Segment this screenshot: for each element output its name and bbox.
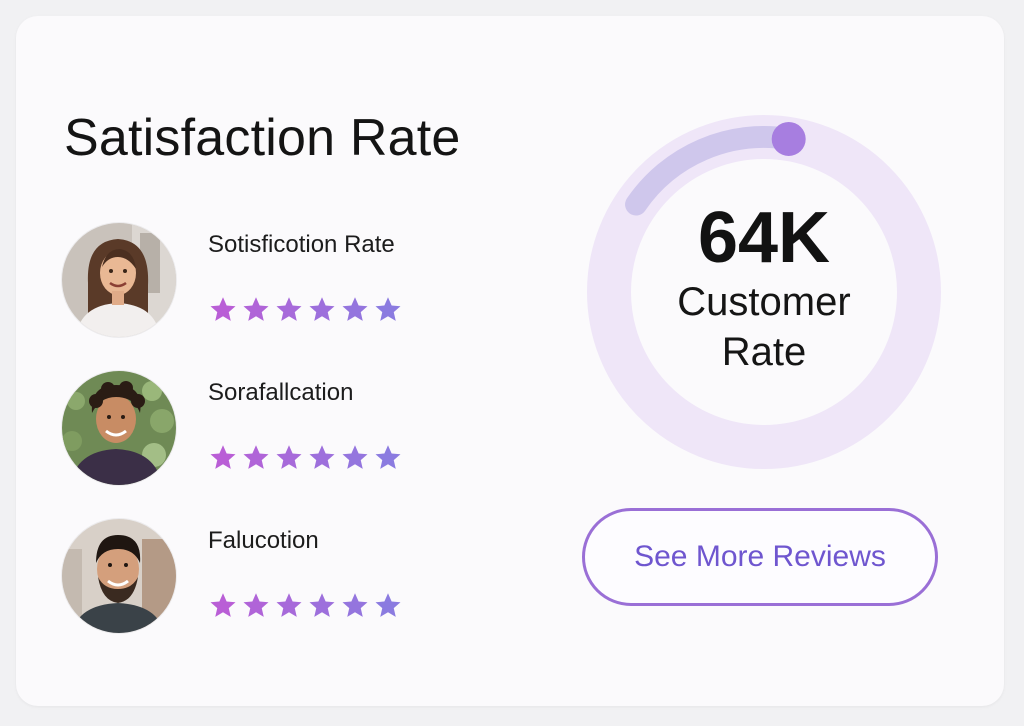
ring-center: 64K Customer Rate: [586, 114, 942, 470]
star-icon: [342, 593, 368, 617]
star-icon: [309, 445, 335, 469]
review-name: Falucotion: [208, 527, 319, 554]
star-icon: [243, 297, 269, 321]
star-icon: [276, 297, 302, 321]
star-icon: [243, 445, 269, 469]
customer-rate-label: Customer Rate: [677, 280, 851, 374]
avatar-man-beard-icon: [62, 519, 176, 633]
review-name: Sotisficotion Rate: [208, 231, 395, 258]
star-icon: [210, 297, 236, 321]
review-item: Sotisficotion Rate: [62, 223, 482, 343]
review-name: Sorafallcation: [208, 379, 354, 406]
star-icon: [342, 445, 368, 469]
star-icon: [210, 445, 236, 469]
avatar-woman-icon: [62, 223, 176, 337]
star-icon: [375, 445, 401, 469]
star-icon: [276, 445, 302, 469]
review-item: Falucotion: [62, 519, 482, 639]
star-icon: [276, 593, 302, 617]
star-icon: [342, 297, 368, 321]
star-icon: [375, 593, 401, 617]
page-title: Satisfaction Rate: [64, 109, 461, 167]
star-rating: [208, 443, 403, 473]
star-icon: [375, 297, 401, 321]
star-icon: [243, 593, 269, 617]
see-more-reviews-button[interactable]: See More Reviews: [582, 508, 938, 606]
satisfaction-card: Satisfaction Rate Sotisficotion Rate Sor…: [16, 16, 1004, 706]
star-rating: [208, 591, 403, 621]
customer-rate-ring: 64K Customer Rate: [586, 114, 942, 470]
avatar-man-curly-hair-icon: [62, 371, 176, 485]
review-item: Sorafallcation: [62, 371, 482, 491]
star-icon: [210, 593, 236, 617]
star-icon: [309, 593, 335, 617]
customer-rate-value: 64K: [697, 198, 831, 278]
star-rating: [208, 295, 403, 325]
star-icon: [309, 297, 335, 321]
